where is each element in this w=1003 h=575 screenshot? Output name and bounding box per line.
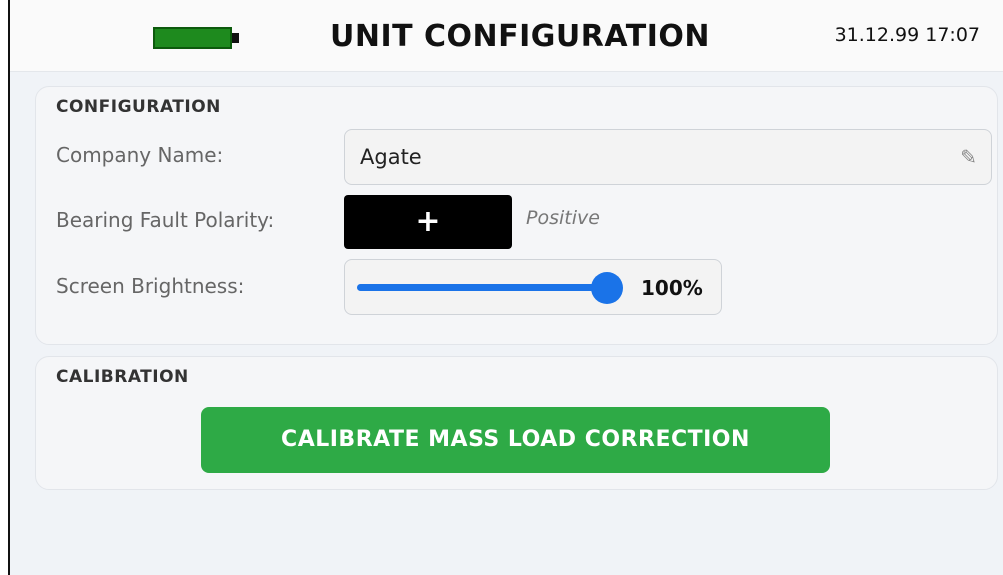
battery-icon — [153, 27, 239, 49]
company-name-label: Company Name: — [56, 143, 224, 167]
brightness-value: 100% — [641, 276, 703, 300]
company-name-input[interactable]: Agate ✎ — [344, 129, 992, 185]
brightness-control: 100% — [344, 259, 722, 315]
battery-body — [153, 27, 232, 49]
datetime-display: 31.12.99 17:07 — [834, 24, 980, 46]
calibration-section-title: CALIBRATION — [56, 367, 189, 387]
configuration-section-title: CONFIGURATION — [56, 97, 221, 117]
brightness-slider[interactable] — [357, 272, 623, 304]
screen-brightness-label: Screen Brightness: — [56, 274, 245, 298]
brightness-slider-thumb[interactable] — [591, 272, 623, 304]
configuration-section: CONFIGURATION Company Name: Agate ✎ Bear… — [35, 86, 998, 345]
page-title: UNIT CONFIGURATION — [329, 19, 711, 54]
company-name-value: Agate — [360, 145, 422, 169]
battery-tip — [232, 33, 239, 43]
brightness-slider-fill — [357, 284, 607, 291]
calibrate-mass-load-button[interactable]: CALIBRATE MASS LOAD CORRECTION — [201, 407, 830, 473]
polarity-toggle-button[interactable]: + — [344, 195, 512, 249]
header-bar: UNIT CONFIGURATION 31.12.99 17:07 — [10, 0, 1003, 72]
bearing-fault-polarity-label: Bearing Fault Polarity: — [56, 208, 275, 232]
pencil-icon: ✎ — [960, 145, 977, 169]
polarity-state-text: Positive — [526, 207, 600, 229]
screen-frame: UNIT CONFIGURATION 31.12.99 17:07 CONFIG… — [8, 0, 1003, 575]
calibration-section: CALIBRATION CALIBRATE MASS LOAD CORRECTI… — [35, 356, 998, 490]
